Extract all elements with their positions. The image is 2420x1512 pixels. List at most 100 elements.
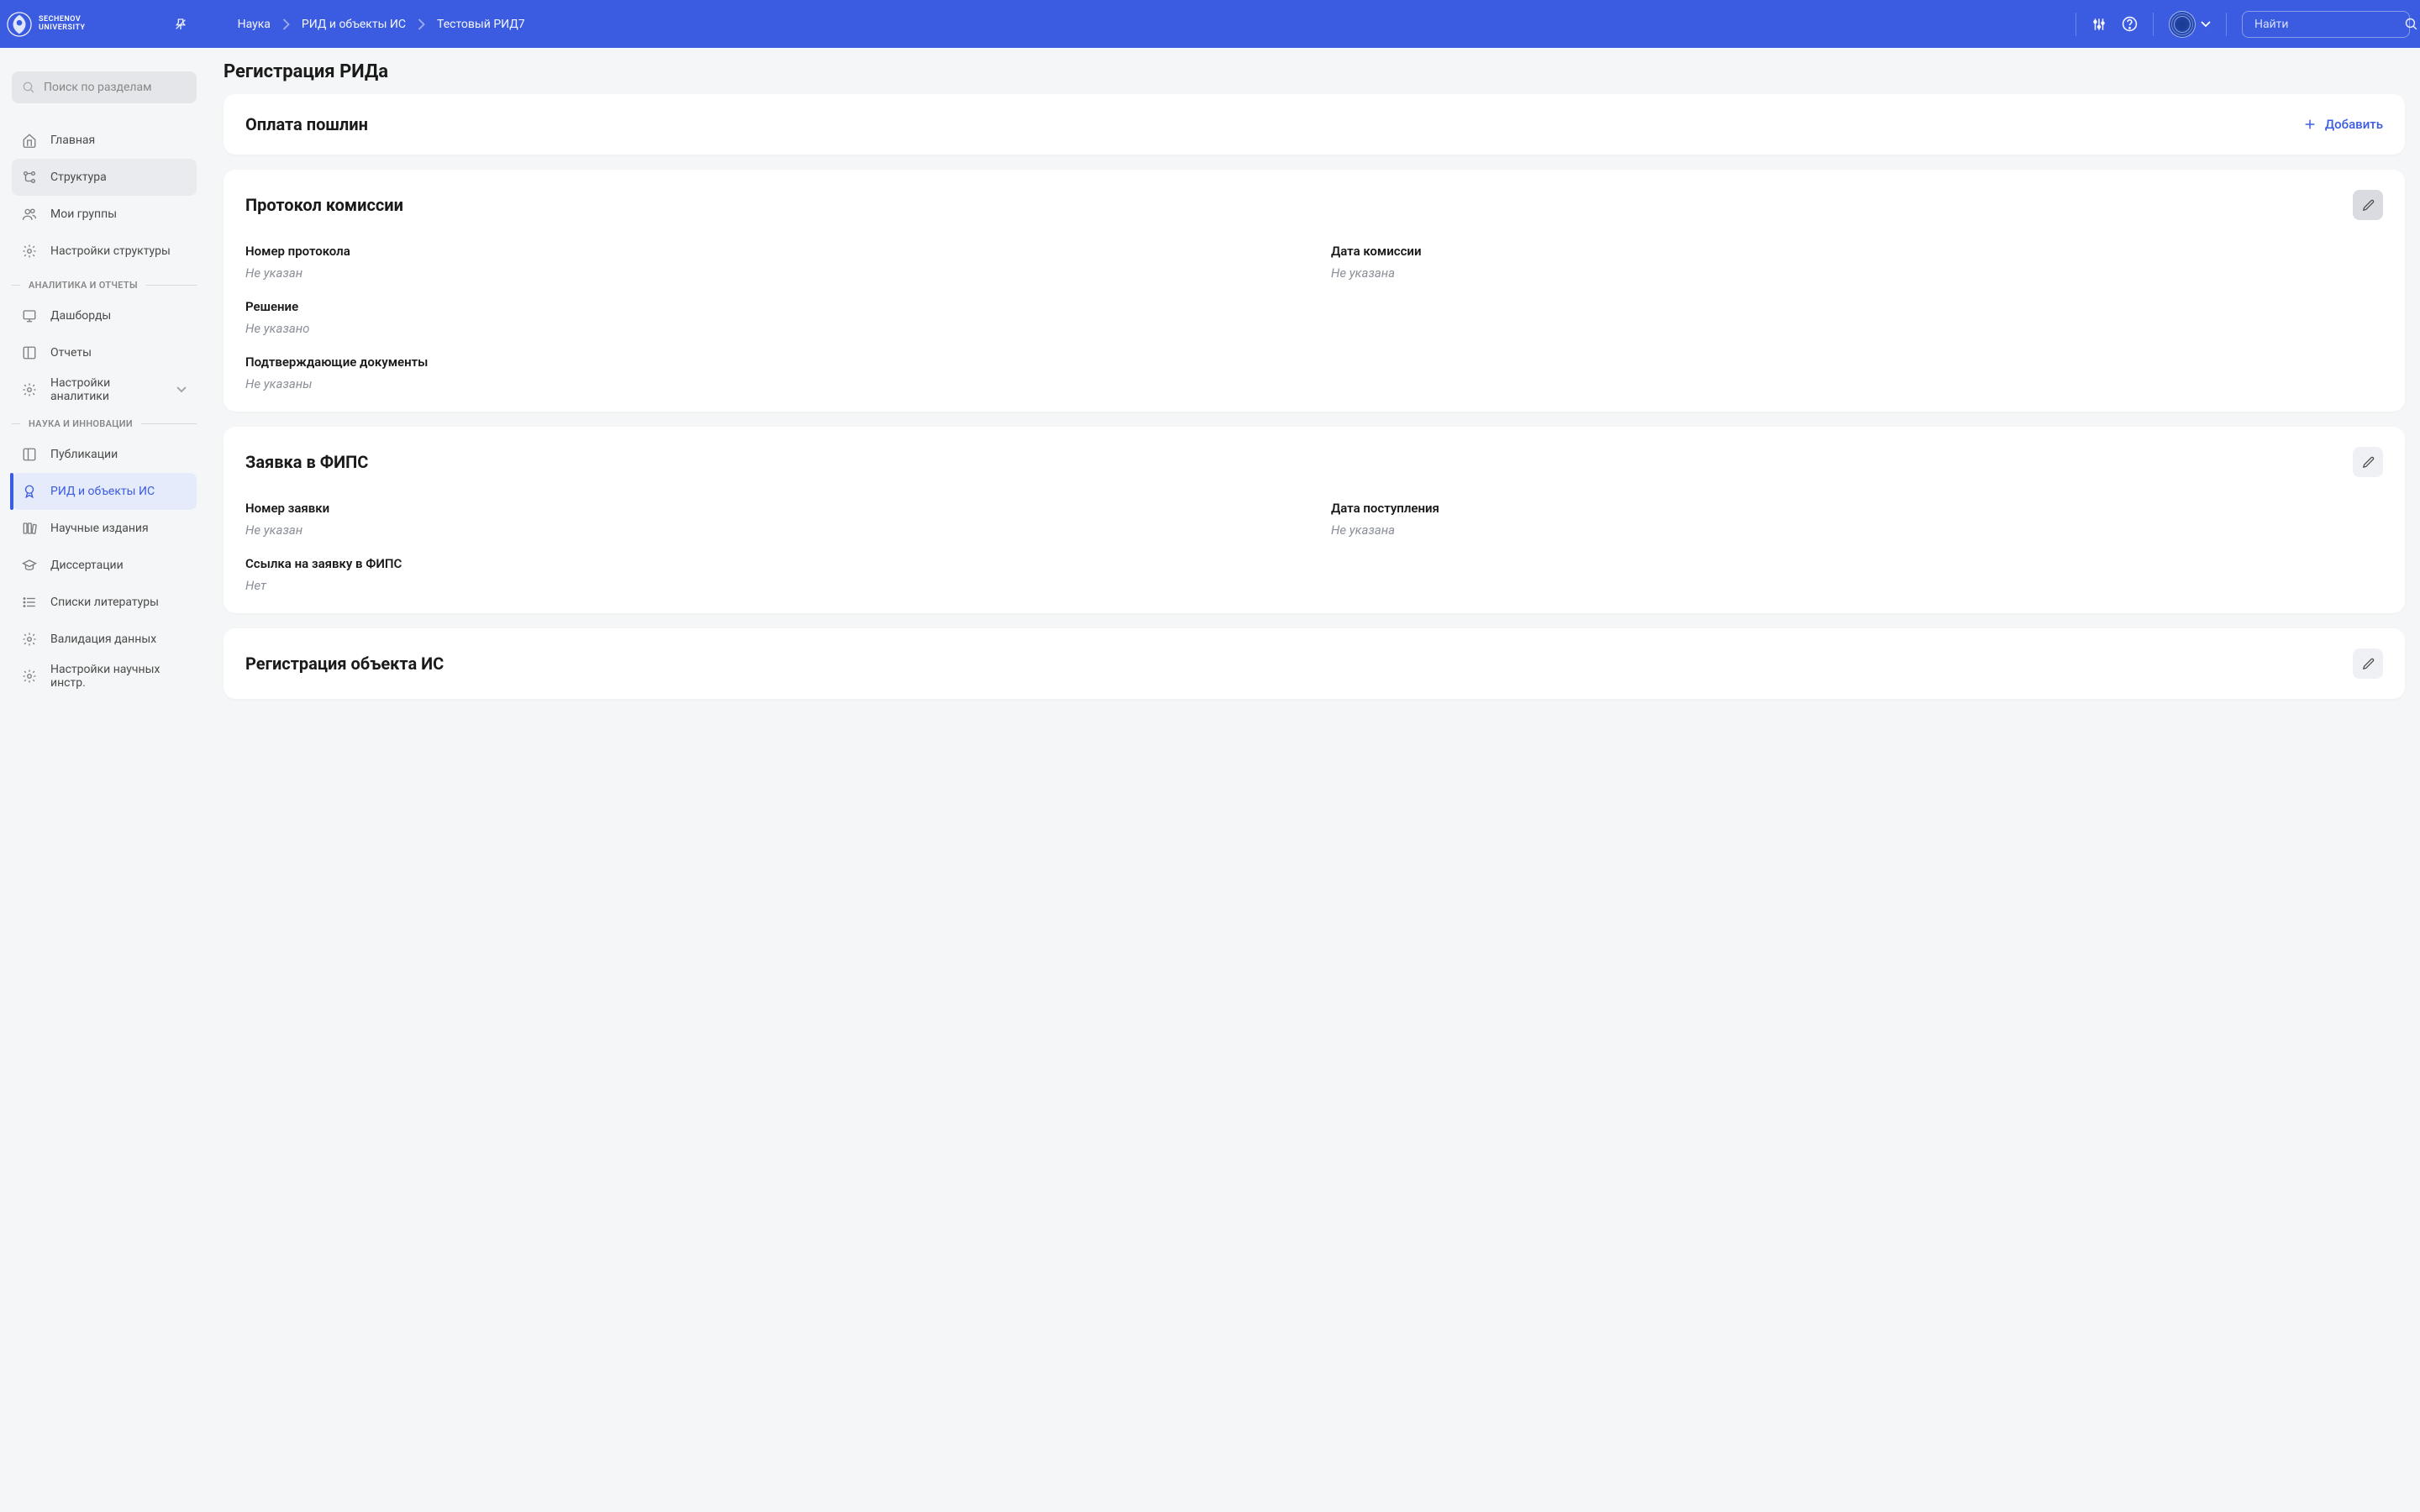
card-registration: Регистрация объекта ИС [224,628,2405,699]
settings-sliders-icon[interactable] [2091,17,2107,32]
sidebar-item-label: Списки литературы [50,596,159,609]
search-icon [22,81,35,94]
sidebar-item-validation[interactable]: Валидация данных [12,621,197,658]
sidebar-item-reports[interactable]: Отчеты [12,334,197,371]
sidebar-item-dashboards[interactable]: Дашборды [12,297,197,334]
edit-button[interactable] [2353,648,2383,679]
chevron-down-icon [176,386,187,393]
search-icon[interactable] [2404,17,2418,31]
pencil-icon [2361,198,2375,213]
sidebar-section-science: НАУКА И ИННОВАЦИИ [12,418,197,429]
field-value: Не указано [245,321,2383,336]
field-value: Не указана [1331,265,2383,281]
cap-icon [22,558,37,573]
sidebar-item-label: Отчеты [50,346,92,360]
sidebar-item-label: Диссертации [50,559,124,572]
list-icon [22,595,37,610]
breadcrumb: Наука РИД и объекты ИС Тестовый РИД7 [238,18,525,31]
field-value: Не указан [245,265,1297,281]
pin-icon[interactable] [174,18,187,31]
sidebar-item-dissertations[interactable]: Диссертации [12,547,197,584]
field-label: Номер протокола [245,244,1297,259]
field-label: Дата комиссии [1331,244,2383,259]
divider [2075,13,2076,36]
pencil-icon [2361,657,2375,671]
field-value: Не указаны [245,376,2383,391]
sidebar-item-label: Главная [50,134,95,147]
global-search-input[interactable] [2254,18,2404,31]
sidebar-item-bibliography[interactable]: Списки литературы [12,584,197,621]
field-value: Не указан [245,522,1297,538]
board-icon [22,308,37,323]
card-title: Протокол комиссии [245,195,403,215]
sidebar-item-label: Мои группы [50,207,117,221]
sidebar-item-label: Структура [50,171,107,184]
gear-icon [22,669,37,684]
field-label: Решение [245,299,2383,314]
sidebar-item-label: Научные издания [50,522,149,535]
book-icon [22,345,37,360]
logo-text-line2: UNIVERSITY [39,24,86,33]
plus-icon [2303,118,2317,131]
chevron-down-icon [2201,21,2211,28]
user-menu[interactable] [2169,11,2211,38]
sidebar-item-label: РИД и объекты ИС [50,485,155,498]
sidebar-item-rid[interactable]: РИД и объекты ИС [12,473,197,510]
edit-button[interactable] [2353,447,2383,477]
tree-icon [22,170,37,185]
divider [2226,13,2227,36]
sidebar-item-science-settings[interactable]: Настройки научных инстр. [12,658,197,695]
sidebar-item-analytics-settings[interactable]: Настройки аналитики [12,371,197,408]
main-content: Регистрация РИДа Оплата пошлин Добавить … [208,48,2420,739]
sidebar-item-label: Настройки структуры [50,244,171,258]
breadcrumb-item-0[interactable]: Наука [238,18,271,31]
edit-button[interactable] [2353,190,2383,220]
sidebar-item-home[interactable]: Главная [12,122,197,159]
sidebar-item-label: Настройки аналитики [50,376,163,403]
help-icon[interactable] [2122,16,2138,32]
card-title: Регистрация объекта ИС [245,654,444,674]
sidebar-search-input[interactable] [44,81,193,94]
logo-icon [7,12,32,37]
sidebar-item-journals[interactable]: Научные издания [12,510,197,547]
card-fees: Оплата пошлин Добавить [224,94,2405,155]
breadcrumb-item-2[interactable]: Тестовый РИД7 [437,18,525,31]
global-search[interactable] [2242,11,2410,38]
sidebar-search[interactable] [12,71,197,103]
field-label: Дата поступления [1331,501,2383,516]
chevron-right-icon [282,18,290,30]
home-icon [22,133,37,148]
sidebar: Главная Структура Мои группы Настройки с… [0,48,208,739]
sidebar-item-label: Настройки научных инстр. [50,663,187,690]
sidebar-item-structure-settings[interactable]: Настройки структуры [12,233,197,270]
field-label: Подтверждающие документы [245,354,2383,370]
gear-icon [22,632,37,647]
field-value: Нет [245,578,2383,593]
books-icon [22,521,37,536]
logo[interactable]: SECHENOV UNIVERSITY [7,12,86,37]
field-label: Ссылка на заявку в ФИПС [245,556,2383,571]
page-title: Регистрация РИДа [224,61,2405,82]
add-button[interactable]: Добавить [2303,117,2383,132]
field-value: Не указана [1331,522,2383,538]
book-icon [22,447,37,462]
divider [2153,13,2154,36]
breadcrumb-item-1[interactable]: РИД и объекты ИС [302,18,406,31]
sidebar-item-structure[interactable]: Структура [12,159,197,196]
gear-icon [22,244,37,259]
topbar: SECHENOV UNIVERSITY Наука РИД и объекты … [0,0,2420,48]
sidebar-section-analytics: АНАЛИТИКА И ОТЧЕТЫ [12,280,197,291]
chevron-right-icon [418,18,425,30]
card-protocol: Протокол комиссии Номер протокола Не ука… [224,170,2405,412]
avatar [2169,11,2196,38]
field-label: Номер заявки [245,501,1297,516]
sidebar-item-groups[interactable]: Мои группы [12,196,197,233]
sidebar-item-label: Дашборды [50,309,111,323]
users-icon [22,207,37,222]
badge-icon [22,484,37,499]
gear-icon [22,382,37,397]
sidebar-item-publications[interactable]: Публикации [12,436,197,473]
sidebar-item-label: Публикации [50,448,118,461]
card-title: Оплата пошлин [245,114,368,134]
card-fips: Заявка в ФИПС Номер заявки Не указан Дат… [224,427,2405,613]
